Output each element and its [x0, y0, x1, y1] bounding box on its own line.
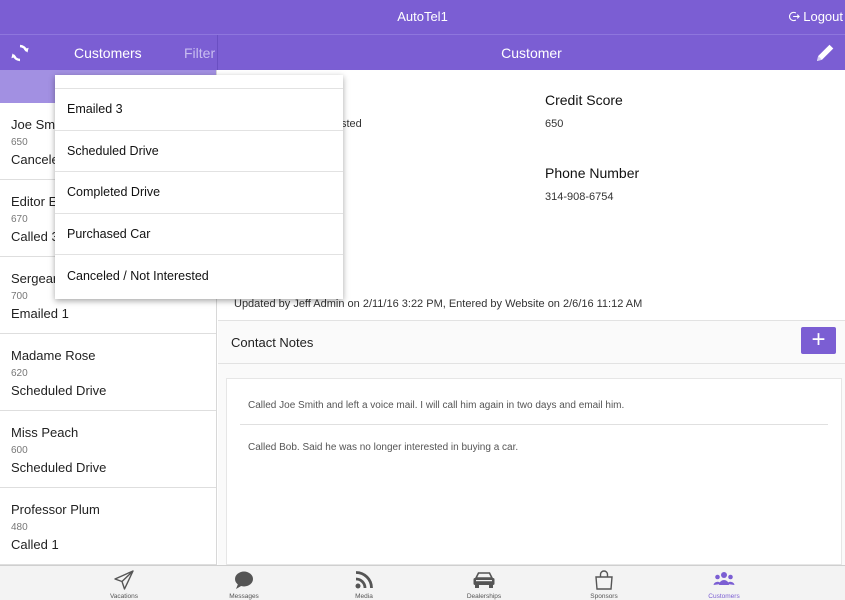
dropdown-top-spacer: [55, 75, 343, 89]
status-dropdown: Emailed 3 Scheduled Drive Completed Driv…: [55, 75, 343, 299]
customer-name: Miss Peach: [11, 425, 79, 440]
customer-score: 620: [11, 368, 28, 379]
customer-status: Emailed 1: [11, 306, 69, 321]
notes-list: Called Joe Smith and left a voice mail. …: [226, 378, 842, 565]
refresh-icon[interactable]: [10, 43, 30, 63]
credit-score-label: Credit Score: [545, 92, 623, 108]
customer-status: Scheduled Drive: [11, 383, 107, 398]
customer-row[interactable]: Miss Peach 600 Scheduled Drive: [0, 411, 216, 488]
add-note-button[interactable]: +: [801, 327, 836, 354]
rss-icon: [355, 571, 373, 589]
note-item[interactable]: Called Joe Smith and left a voice mail. …: [240, 379, 828, 425]
logout-icon: [789, 11, 801, 22]
contact-notes-title: Contact Notes: [231, 335, 314, 350]
tab-label: Media: [355, 593, 373, 600]
customer-score: 600: [11, 445, 28, 456]
app-header: AutoTel1 Logout: [0, 0, 845, 34]
car-icon: [473, 572, 495, 588]
tab-label: Customers: [708, 593, 740, 600]
chat-bubble-icon: [235, 571, 253, 589]
tab-customers[interactable]: Customers: [664, 566, 784, 600]
customer-title: Customer: [501, 45, 562, 61]
edit-pencil-icon[interactable]: [813, 41, 837, 65]
nav-bar: Customers Filter Customer: [0, 34, 845, 70]
paper-plane-icon: [114, 570, 134, 590]
customer-name: Madame Rose: [11, 348, 96, 363]
customers-nav: Customers Filter: [0, 35, 217, 70]
app-title: AutoTel1: [397, 9, 448, 24]
tab-label: Dealerships: [466, 593, 502, 600]
status-value: sted: [341, 118, 362, 130]
note-item[interactable]: Called Bob. Said he was no longer intere…: [240, 425, 828, 453]
tab-vacations[interactable]: Vacations: [64, 566, 184, 600]
tab-label: Messages: [229, 593, 259, 600]
credit-score-value: 650: [545, 118, 564, 130]
shopping-bag-icon: [595, 570, 613, 590]
dropdown-option-canceled[interactable]: Canceled / Not Interested: [55, 255, 343, 297]
customer-name: Professor Plum: [11, 502, 100, 517]
logout-button[interactable]: Logout: [789, 9, 843, 24]
dropdown-option-emailed-3[interactable]: Emailed 3: [55, 89, 343, 131]
customer-status: Called 1: [11, 537, 59, 552]
customer-row[interactable]: Professor Plum 480 Called 1: [0, 488, 216, 565]
dropdown-option-purchased-car[interactable]: Purchased Car: [55, 214, 343, 255]
tab-dealerships[interactable]: Dealerships: [424, 566, 544, 600]
phone-number-value[interactable]: 314-908-6754: [545, 191, 614, 203]
tab-bar: Vacations Messages Media Dealerships Spo…: [0, 565, 845, 600]
filter-button[interactable]: Filter: [184, 45, 215, 61]
logout-label: Logout: [803, 9, 843, 24]
tab-label: Sponsors: [590, 593, 618, 600]
customers-title: Customers: [74, 45, 142, 61]
customer-status: Scheduled Drive: [11, 460, 107, 475]
tab-sponsors[interactable]: Sponsors: [544, 566, 664, 600]
contact-notes-header: Contact Notes +: [218, 320, 845, 364]
tab-media[interactable]: Media: [304, 566, 424, 600]
people-icon: [713, 572, 735, 585]
dropdown-option-completed-drive[interactable]: Completed Drive: [55, 172, 343, 214]
customer-row[interactable]: Madame Rose 620 Scheduled Drive: [0, 334, 216, 411]
customer-score: 480: [11, 522, 28, 533]
tab-label: Vacations: [109, 593, 139, 600]
updated-info: Updated by Jeff Admin on 2/11/16 3:22 PM…: [234, 298, 643, 310]
tab-messages[interactable]: Messages: [184, 566, 304, 600]
dropdown-option-scheduled-drive[interactable]: Scheduled Drive: [55, 131, 343, 172]
phone-number-label: Phone Number: [545, 165, 640, 181]
